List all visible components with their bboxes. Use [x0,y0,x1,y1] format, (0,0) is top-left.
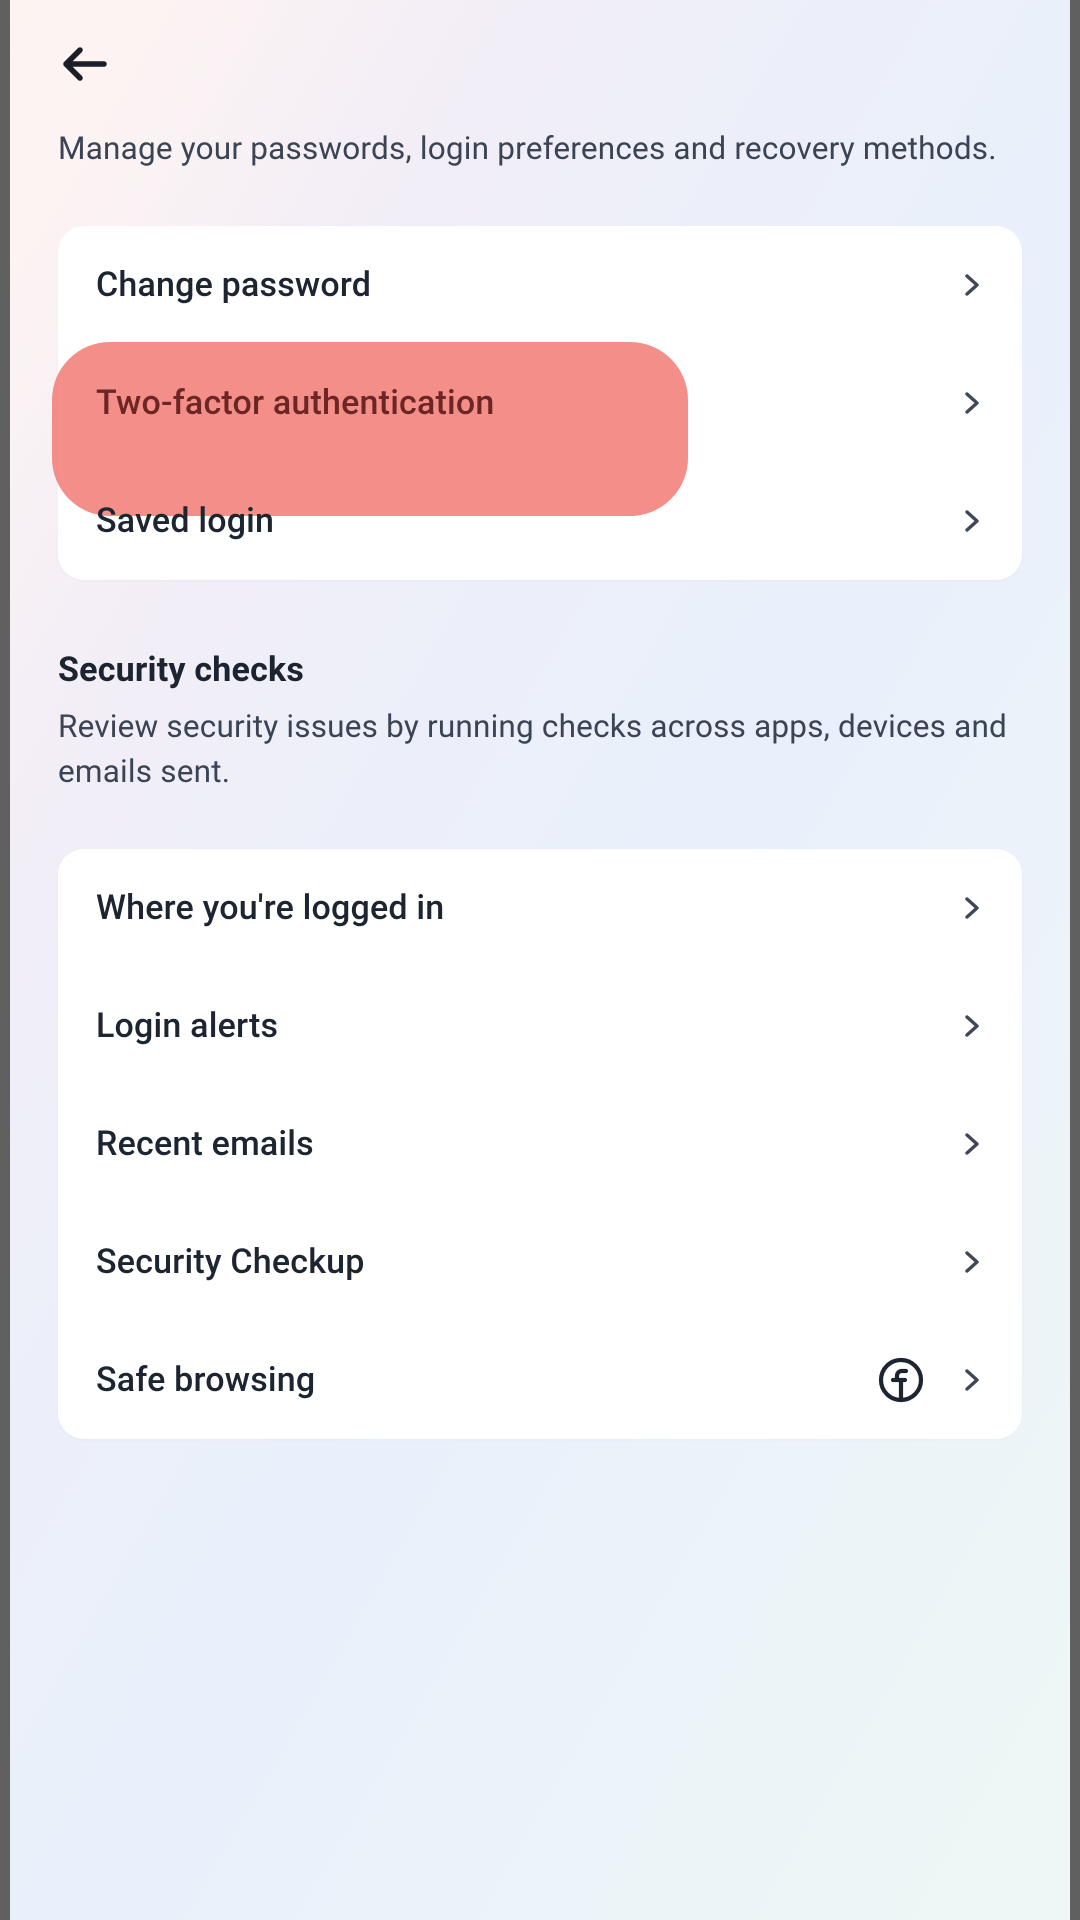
row-label: Change password [96,265,371,305]
row-recent-emails[interactable]: Recent emails [58,1085,1022,1203]
row-where-logged-in[interactable]: Where you're logged in [58,849,1022,967]
row-label: Where you're logged in [96,888,444,928]
row-login-alerts[interactable]: Login alerts [58,967,1022,1085]
facebook-icon [878,1357,924,1403]
chevron-right-icon [960,391,984,415]
row-safe-browsing[interactable]: Safe browsing [58,1321,1022,1439]
row-label: Security Checkup [96,1242,365,1282]
login-options-card: Change password Two-factor authenticatio… [58,226,1022,580]
row-label: Safe browsing [96,1360,315,1400]
row-saved-login[interactable]: Saved login [58,462,1022,580]
row-label: Two-factor authentication [96,383,495,423]
security-checks-subtext: Review security issues by running checks… [58,704,1022,795]
screen-intro-text: Manage your passwords, login preferences… [58,126,1022,172]
chevron-right-icon [960,1014,984,1038]
security-checks-card: Where you're logged in Login alerts Rece… [58,849,1022,1439]
chevron-right-icon [960,1368,984,1392]
chevron-right-icon [960,509,984,533]
security-checks-heading: Security checks [58,650,1022,690]
row-two-factor-authentication[interactable]: Two-factor authentication [58,344,1022,462]
chevron-right-icon [960,1132,984,1156]
row-label: Recent emails [96,1124,314,1164]
chevron-right-icon [960,1250,984,1274]
back-arrow-icon[interactable] [62,44,108,84]
chevron-right-icon [960,896,984,920]
row-security-checkup[interactable]: Security Checkup [58,1203,1022,1321]
chevron-right-icon [960,273,984,297]
row-change-password[interactable]: Change password [58,226,1022,344]
row-label: Saved login [96,501,274,541]
row-label: Login alerts [96,1006,278,1046]
